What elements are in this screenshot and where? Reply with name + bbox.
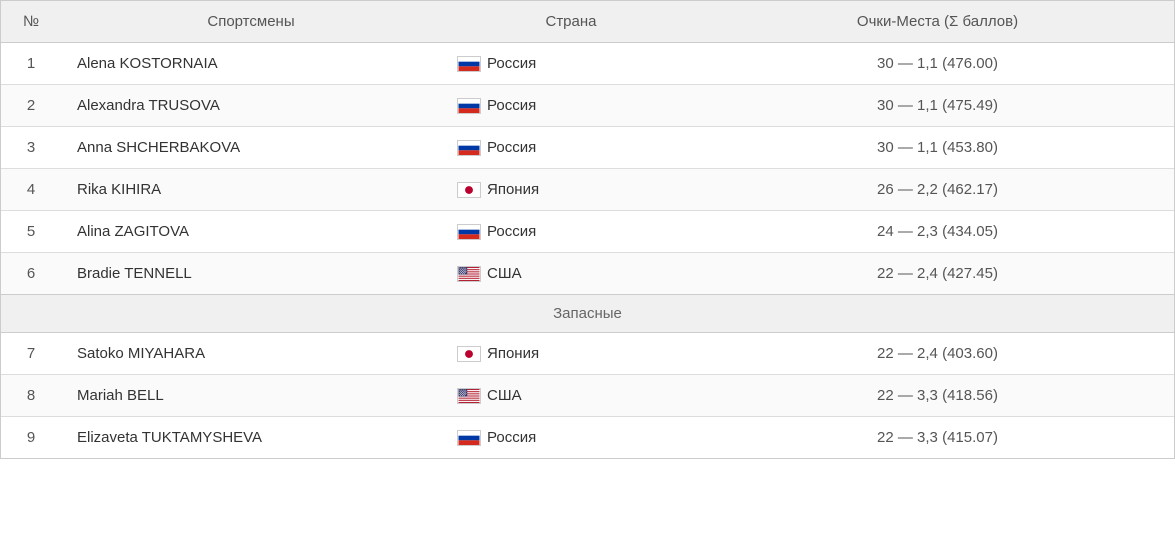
results-table-container: № Спортсмены Страна Очки-Места (Σ баллов… <box>0 0 1175 459</box>
cell-num: 9 <box>1 417 61 459</box>
cell-athlete: Mariah BELL <box>61 375 441 417</box>
table-body: 1Alena KOSTORNAIA Россия30 — 1,1 (476.00… <box>1 43 1174 459</box>
cell-country: Япония <box>441 169 701 211</box>
cell-country: Россия <box>441 211 701 253</box>
cell-athlete: Elizaveta TUKTAMYSHEVA <box>61 417 441 459</box>
cell-athlete: Satoko MIYAHARA <box>61 333 441 375</box>
cell-num: 1 <box>1 43 61 85</box>
cell-score: 24 — 2,3 (434.05) <box>701 211 1174 253</box>
header-score: Очки-Места (Σ баллов) <box>701 1 1174 43</box>
table-row: 4Rika KIHIRA Япония26 — 2,2 (462.17) <box>1 169 1174 211</box>
table-row: 7Satoko MIYAHARA Япония22 — 2,4 (403.60) <box>1 333 1174 375</box>
header-country: Страна <box>441 1 701 43</box>
cell-num: 3 <box>1 127 61 169</box>
cell-num: 2 <box>1 85 61 127</box>
cell-country: Россия <box>441 43 701 85</box>
cell-num: 6 <box>1 253 61 295</box>
separator-row: Запасные <box>1 295 1174 333</box>
cell-num: 7 <box>1 333 61 375</box>
cell-athlete: Alina ZAGITOVA <box>61 211 441 253</box>
header-athlete: Спортсмены <box>61 1 441 43</box>
table-row: 3Anna SHCHERBAKOVA Россия30 — 1,1 (453.8… <box>1 127 1174 169</box>
cell-num: 8 <box>1 375 61 417</box>
cell-country: Россия <box>441 417 701 459</box>
cell-score: 22 — 2,4 (403.60) <box>701 333 1174 375</box>
table-header-row: № Спортсмены Страна Очки-Места (Σ баллов… <box>1 1 1174 43</box>
header-num: № <box>1 1 61 43</box>
cell-athlete: Alexandra TRUSOVA <box>61 85 441 127</box>
cell-score: 30 — 1,1 (475.49) <box>701 85 1174 127</box>
cell-score: 30 — 1,1 (453.80) <box>701 127 1174 169</box>
table-row: 8Mariah BELL <box>1 375 1174 417</box>
cell-athlete: Alena KOSTORNAIA <box>61 43 441 85</box>
cell-score: 22 — 3,3 (418.56) <box>701 375 1174 417</box>
cell-country: США <box>441 253 701 295</box>
cell-num: 5 <box>1 211 61 253</box>
cell-num: 4 <box>1 169 61 211</box>
cell-score: 22 — 3,3 (415.07) <box>701 417 1174 459</box>
table-row: 1Alena KOSTORNAIA Россия30 — 1,1 (476.00… <box>1 43 1174 85</box>
cell-athlete: Anna SHCHERBAKOVA <box>61 127 441 169</box>
table-row: 5Alina ZAGITOVA Россия24 — 2,3 (434.05) <box>1 211 1174 253</box>
cell-athlete: Bradie TENNELL <box>61 253 441 295</box>
cell-score: 30 — 1,1 (476.00) <box>701 43 1174 85</box>
table-row: 2Alexandra TRUSOVA Россия30 — 1,1 (475.4… <box>1 85 1174 127</box>
table-row: 9Elizaveta TUKTAMYSHEVA Россия22 — 3,3 (… <box>1 417 1174 459</box>
cell-country: США <box>441 375 701 417</box>
cell-score: 26 — 2,2 (462.17) <box>701 169 1174 211</box>
cell-country: Россия <box>441 127 701 169</box>
cell-athlete: Rika KIHIRA <box>61 169 441 211</box>
table-row: 6Bradie TENNELL <box>1 253 1174 295</box>
cell-country: Япония <box>441 333 701 375</box>
cell-country: Россия <box>441 85 701 127</box>
separator-label: Запасные <box>1 295 1174 333</box>
cell-score: 22 — 2,4 (427.45) <box>701 253 1174 295</box>
results-table: № Спортсмены Страна Очки-Места (Σ баллов… <box>1 1 1174 458</box>
